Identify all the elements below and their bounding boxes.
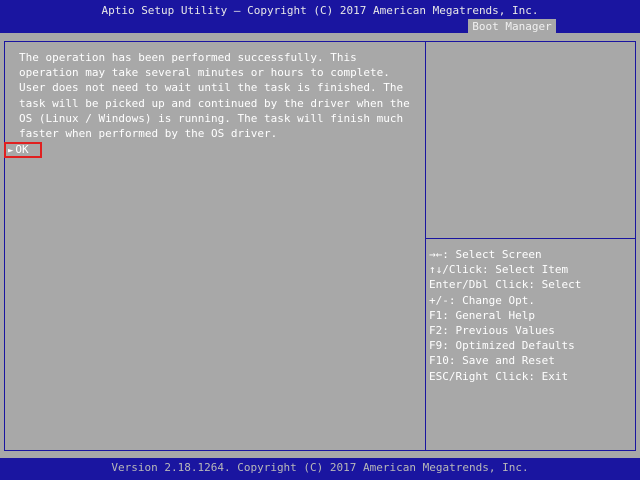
pointer-arrow-icon: ► [8, 146, 14, 156]
message-line: The operation has been performed success… [19, 51, 357, 64]
help-item: +/-: Change Opt. [429, 293, 535, 307]
help-item: F9: Optimized Defaults [429, 339, 575, 353]
message-line: User does not need to wait until the tas… [19, 81, 404, 95]
panel-divider [425, 41, 426, 451]
ok-label: OK [15, 143, 29, 156]
message-line: OS (Linux / Windows) is running. The tas… [19, 111, 404, 125]
app-title: Aptio Setup Utility – Copyright (C) 2017… [101, 4, 539, 17]
status-message: The operation has been performed success… [19, 50, 419, 141]
footer-bar: Version 2.18.1264. Copyright (C) 2017 Am… [0, 458, 640, 480]
message-line: faster when performed by the OS driver. [19, 127, 278, 141]
help-item: Enter/Dbl Click: Select [429, 278, 582, 292]
tab-boot-manager[interactable]: Boot Manager [468, 19, 556, 35]
help-item: ↑↓/Click: Select Item [429, 263, 569, 277]
help-item: F10: Save and Reset [429, 354, 555, 368]
message-line: operation may take several minutes or ho… [19, 66, 390, 80]
help-panel: →←: Select Screen ↑↓/Click: Select Item … [429, 247, 635, 384]
ok-button[interactable]: ► OK [4, 142, 42, 158]
help-item: F1: General Help [429, 308, 535, 322]
help-item: →←: Select Screen [429, 248, 542, 261]
version-text: Version 2.18.1264. Copyright (C) 2017 Am… [111, 461, 529, 474]
help-item: ESC/Right Click: Exit [429, 369, 569, 383]
help-item: F2: Previous Values [429, 324, 555, 338]
title-bar: Aptio Setup Utility – Copyright (C) 2017… [0, 0, 640, 35]
help-divider [426, 238, 636, 239]
message-line: task will be picked up and continued by … [19, 96, 410, 110]
